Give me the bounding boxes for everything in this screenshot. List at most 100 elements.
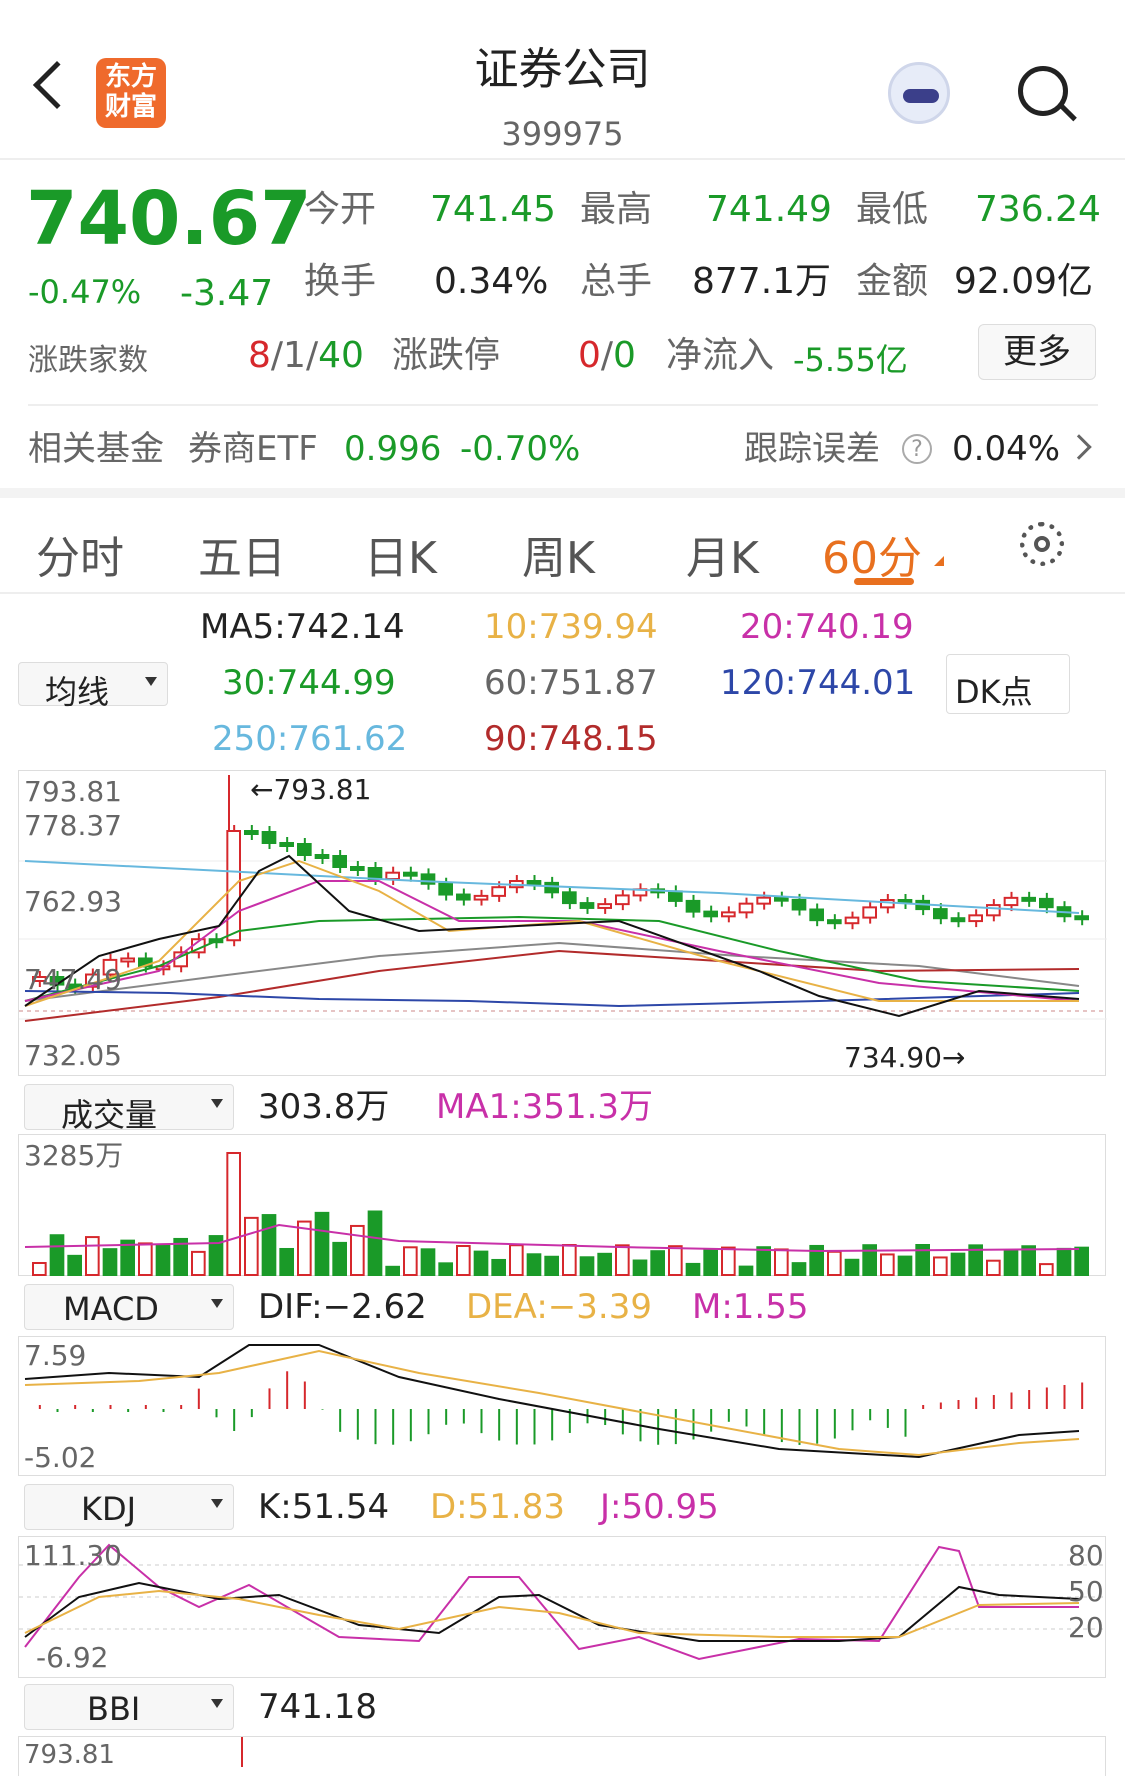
updown-label: 涨跌家数	[28, 343, 148, 378]
volume-chart[interactable]	[18, 1134, 1106, 1277]
kline-y-min: 732.05	[24, 1039, 122, 1072]
more-button[interactable]: 更多	[978, 324, 1096, 380]
kdj-j: J:50.95	[600, 1487, 719, 1527]
volume-bar	[332, 1241, 348, 1276]
volume-bar	[615, 1244, 630, 1276]
volume-select-label: 成交量	[61, 1096, 158, 1134]
kline-y-max: 793.81	[24, 775, 122, 808]
tab-60min[interactable]: 60分	[822, 522, 922, 586]
bbi-chart[interactable]	[18, 1736, 1106, 1776]
current-price: 740.67	[26, 176, 312, 262]
kline-candle	[244, 830, 259, 835]
page-title: 证券公司	[474, 44, 651, 95]
kline-y-2: 778.37	[24, 809, 122, 842]
volume-bar	[279, 1247, 295, 1276]
volume-bar	[49, 1234, 65, 1276]
kline-candle	[562, 891, 577, 905]
robot-assistant-icon[interactable]	[888, 62, 950, 124]
kline-candle	[367, 867, 383, 880]
tab-week-k[interactable]: 周K	[522, 522, 595, 586]
kline-candle	[703, 910, 718, 918]
kdj-chart[interactable]	[18, 1536, 1107, 1678]
macd-dea: DEA:−3.39	[466, 1287, 652, 1327]
kline-candle	[933, 908, 948, 920]
kline-chart[interactable]	[18, 770, 1107, 1076]
volume-bar	[986, 1259, 1001, 1276]
section-separator	[0, 488, 1125, 498]
volume-bar	[897, 1255, 913, 1277]
kline-candle	[597, 903, 612, 909]
kline-candle	[791, 898, 807, 911]
macd-select[interactable]: MACD	[24, 1284, 234, 1330]
limit-counts: 0/0	[578, 335, 636, 376]
help-icon[interactable]: ?	[902, 434, 932, 464]
kline-max-marker: ←793.81	[250, 773, 372, 806]
kline-min-marker: 734.90→	[844, 1041, 966, 1074]
amount-value: 92.09亿	[954, 261, 1094, 302]
chevron-right-icon[interactable]	[1066, 434, 1092, 460]
ma-select[interactable]: 均线	[18, 662, 168, 711]
volume-bar	[774, 1248, 789, 1276]
high-value: 741.49	[706, 189, 832, 230]
up-count: 8	[248, 335, 271, 376]
kline-candle	[615, 894, 630, 906]
volume-bar	[880, 1253, 895, 1277]
kline-candle	[544, 881, 559, 894]
change-value: -3.47	[180, 273, 274, 314]
kdj-select-label: KDJ	[81, 1490, 137, 1528]
dk-point-label: DK点	[955, 673, 1033, 711]
tab-five-day[interactable]: 五日	[198, 522, 286, 586]
kline-candle	[350, 866, 365, 871]
volume-bar	[685, 1262, 701, 1276]
volume-bar	[632, 1259, 648, 1277]
ma30-value: 30:744.99	[222, 663, 396, 703]
volume-bar	[791, 1262, 807, 1276]
down-count: 40	[318, 335, 364, 376]
kdj-select[interactable]: KDJ	[24, 1484, 234, 1530]
kline-candle	[862, 906, 877, 919]
kline-candle	[261, 831, 277, 844]
volume-bar	[67, 1254, 82, 1276]
fund-name[interactable]: 券商ETF	[188, 432, 318, 466]
kline-candle	[668, 890, 683, 902]
volume-bar	[544, 1255, 559, 1276]
settings-gear-icon[interactable]	[1020, 522, 1064, 566]
volume-bar	[738, 1265, 754, 1277]
volume-bar	[1021, 1245, 1036, 1276]
bbi-select-label: BBI	[87, 1690, 141, 1728]
kline-y-4: 747.49	[24, 963, 122, 996]
kline-candle	[579, 902, 595, 909]
kdj-svg	[19, 1543, 1107, 1661]
volume-bar	[950, 1252, 966, 1276]
low-value: 736.24	[975, 189, 1101, 230]
volume-select[interactable]: 成交量	[24, 1084, 234, 1134]
volume-bar	[191, 1250, 206, 1277]
volume-current: 303.8万	[258, 1087, 390, 1127]
tab-intraday[interactable]: 分时	[36, 522, 124, 586]
ma20-line	[24, 880, 1080, 1002]
tab-day-k[interactable]: 日K	[364, 522, 437, 586]
volume-bar	[226, 1152, 241, 1276]
volume-bar	[102, 1248, 118, 1276]
kline-candle	[721, 911, 736, 918]
tracking-error-label: 跟踪误差	[744, 429, 880, 469]
dk-point-button[interactable]: DK点	[946, 654, 1070, 714]
tab-month-k[interactable]: 月K	[686, 522, 759, 586]
bbi-select[interactable]: BBI	[24, 1684, 234, 1730]
kline-candle	[738, 902, 754, 914]
kline-candle	[526, 880, 542, 886]
volume-bar	[1003, 1250, 1019, 1276]
divider	[28, 404, 1098, 406]
volume-bar	[1056, 1247, 1072, 1277]
amount-label: 金额	[856, 261, 929, 302]
macd-chart[interactable]	[18, 1336, 1106, 1476]
change-percent: -0.47%	[28, 273, 142, 311]
inflow-label: 净流入	[666, 335, 775, 376]
kline-candle	[473, 894, 489, 901]
volume-bar	[244, 1216, 259, 1276]
macd-m: M:1.55	[692, 1287, 809, 1327]
ma5-value: MA5:742.14	[200, 607, 405, 647]
ma10-value: 10:739.94	[484, 607, 658, 647]
ma250-line	[24, 860, 1080, 914]
kline-candle	[385, 871, 401, 880]
